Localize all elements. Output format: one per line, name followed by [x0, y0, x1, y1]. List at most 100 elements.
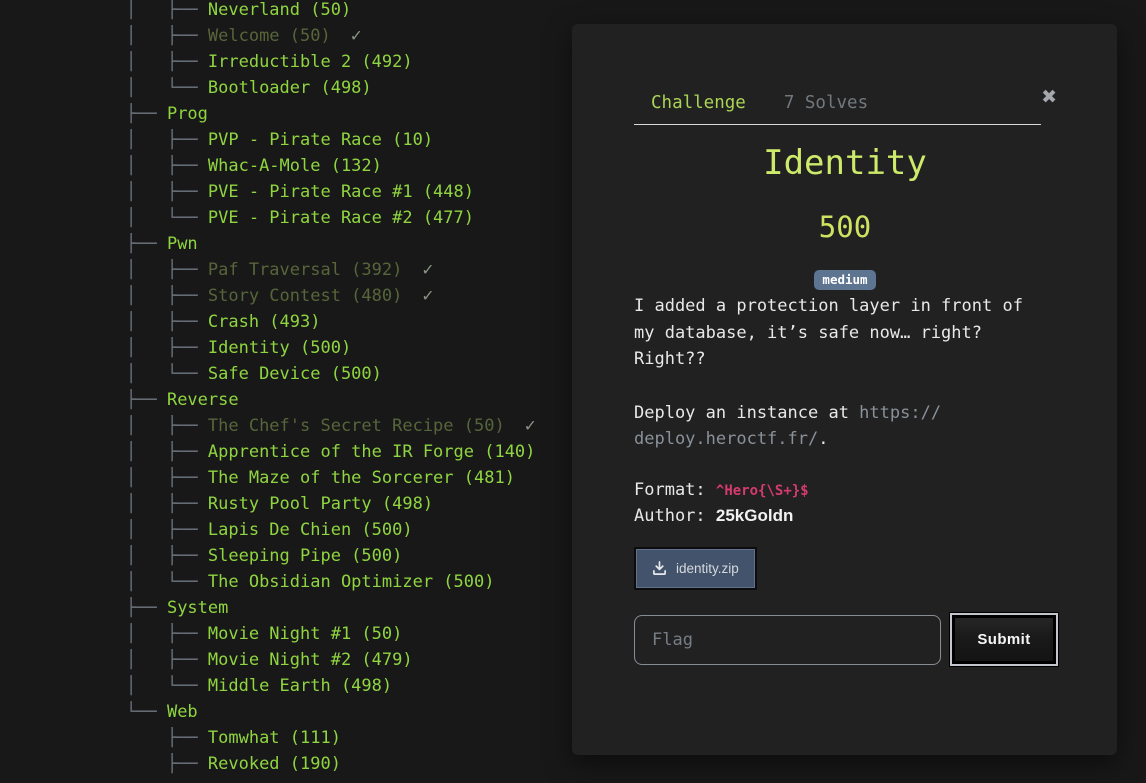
tree-row: │ ├── Welcome (50) ✓	[126, 23, 536, 49]
tree-connector: │ ├──	[126, 52, 208, 72]
tree-connector: │ ├──	[126, 624, 208, 644]
tree-item-crash-493[interactable]: Crash (493)	[208, 312, 321, 332]
tree-connector: │ ├──	[126, 494, 208, 514]
tree-row: │ └── Bootloader (498)	[126, 75, 536, 101]
challenge-points: 500	[634, 210, 1056, 244]
tab-7-solves[interactable]: 7 Solves	[784, 93, 868, 113]
tree-connector: │ └──	[126, 572, 208, 592]
tree-connector: │ └──	[126, 78, 208, 98]
tree-row: ├── Revoked (190)	[126, 751, 536, 777]
solved-check-icon: ✓	[525, 415, 536, 436]
tree-connector: │ ├──	[126, 0, 208, 20]
tree-connector: ├──	[126, 728, 208, 748]
tree-connector: │ ├──	[126, 546, 208, 566]
tree-row: │ ├── Irreductible 2 (492)	[126, 49, 536, 75]
download-filename: identity.zip	[676, 561, 739, 576]
tree-row: │ └── Middle Earth (498)	[126, 673, 536, 699]
deploy-url-scheme[interactable]: https://	[859, 403, 941, 423]
tree-connector: │ ├──	[126, 338, 208, 358]
tree-item-rusty-pool-party-498[interactable]: Rusty Pool Party (498)	[208, 494, 433, 514]
tree-item-whac-a-mole-132[interactable]: Whac-A-Mole (132)	[208, 156, 382, 176]
tree-item-safe-device-500[interactable]: Safe Device (500)	[208, 364, 382, 384]
tree-item-the-maze-of-the-sorcerer-481[interactable]: The Maze of the Sorcerer (481)	[208, 468, 515, 488]
tree-row: │ ├── Sleeping Pipe (500)	[126, 543, 536, 569]
tree-item-pvp-pirate-race-10[interactable]: PVP - Pirate Race (10)	[208, 130, 433, 150]
flag-format: ^Hero{\S+}$	[716, 483, 809, 499]
description-text: I added a protection layer in front of m…	[634, 293, 1036, 373]
tree-item-welcome-50[interactable]: Welcome (50)	[208, 26, 331, 46]
tree-row: │ ├── Rusty Pool Party (498)	[126, 491, 536, 517]
author-label: Author:	[634, 506, 716, 526]
tree-connector: ├──	[126, 104, 167, 124]
tree-connector: │ ├──	[126, 650, 208, 670]
flag-input[interactable]	[634, 615, 941, 665]
tree-item-the-obsidian-optimizer-500[interactable]: The Obsidian Optimizer (500)	[208, 572, 495, 592]
download-button[interactable]: identity.zip	[636, 549, 755, 588]
download-icon	[652, 561, 667, 576]
tab-challenge[interactable]: Challenge	[651, 93, 746, 113]
submit-button[interactable]: Submit	[950, 613, 1058, 666]
challenge-description: I added a protection layer in front of m…	[634, 293, 1036, 453]
tree-row: │ ├── PVP - Pirate Race (10)	[126, 127, 536, 153]
tree-category-system[interactable]: System	[167, 598, 228, 618]
format-label: Format:	[634, 480, 716, 500]
tree-connector: │ ├──	[126, 26, 208, 46]
tree-row: ├── Pwn	[126, 231, 536, 257]
tree-row: │ └── Safe Device (500)	[126, 361, 536, 387]
tree-item-movie-night-2-479[interactable]: Movie Night #2 (479)	[208, 650, 413, 670]
tree-row: │ ├── Lapis De Chien (500)	[126, 517, 536, 543]
tree-connector: │ ├──	[126, 312, 208, 332]
tree-item-identity-500[interactable]: Identity (500)	[208, 338, 351, 358]
tab-underline	[634, 124, 1041, 125]
tree-item-tomwhat-111[interactable]: Tomwhat (111)	[208, 728, 341, 748]
solved-check-icon: ✓	[351, 25, 362, 46]
tree-category-pwn[interactable]: Pwn	[167, 234, 198, 254]
modal-tabs: Challenge 7 Solves	[651, 93, 868, 113]
deploy-prefix-text: Deploy an instance at	[634, 403, 859, 423]
tree-row: │ └── The Obsidian Optimizer (500)	[126, 569, 536, 595]
deploy-suffix-text: .	[818, 429, 828, 449]
tree-row: │ ├── The Maze of the Sorcerer (481)	[126, 465, 536, 491]
badge-row: medium	[634, 269, 1056, 290]
challenge-title: Identity	[634, 143, 1056, 183]
tree-item-paf-traversal-392[interactable]: Paf Traversal (392)	[208, 260, 402, 280]
tree-item-the-chef-s-secret-recipe-50[interactable]: The Chef's Secret Recipe (50)	[208, 416, 505, 436]
submit-row: Submit	[634, 613, 1058, 666]
tree-category-prog[interactable]: Prog	[167, 104, 208, 124]
tree-connector: │ ├──	[126, 442, 208, 462]
tree-connector: └──	[126, 702, 167, 722]
tree-connector: │ └──	[126, 676, 208, 696]
tree-item-sleeping-pipe-500[interactable]: Sleeping Pipe (500)	[208, 546, 402, 566]
tree-item-irreductible-2-492[interactable]: Irreductible 2 (492)	[208, 52, 413, 72]
tree-row: │ ├── Story Contest (480)✓	[126, 283, 536, 309]
tree-connector: │ ├──	[126, 260, 208, 280]
tree-item-lapis-de-chien-500[interactable]: Lapis De Chien (500)	[208, 520, 413, 540]
tree-item-pve-pirate-race-2-477[interactable]: PVE - Pirate Race #2 (477)	[208, 208, 474, 228]
tree-connector: ├──	[126, 598, 167, 618]
close-icon[interactable]: ✖	[1041, 88, 1057, 107]
tree-row: └── Web	[126, 699, 536, 725]
deploy-line: Deploy an instance at https:// deploy.her…	[634, 400, 1036, 453]
tree-row: │ ├── Movie Night #2 (479)	[126, 647, 536, 673]
tree-item-apprentice-of-the-ir-forge-140[interactable]: Apprentice of the IR Forge (140)	[208, 442, 536, 462]
deploy-url-host[interactable]: deploy.heroctf.fr/	[634, 429, 818, 449]
tree-item-movie-night-1-50[interactable]: Movie Night #1 (50)	[208, 624, 402, 644]
tree-item-revoked-190[interactable]: Revoked (190)	[208, 754, 341, 774]
tree-item-neverland-50[interactable]: Neverland (50)	[208, 0, 351, 20]
tree-connector: ├──	[126, 754, 208, 774]
tree-category-reverse[interactable]: Reverse	[167, 390, 239, 410]
solved-check-icon: ✓	[422, 285, 433, 306]
tree-category-web[interactable]: Web	[167, 702, 198, 722]
format-line: Format: ^Hero{\S+}$	[634, 480, 809, 500]
tree-item-pve-pirate-race-1-448[interactable]: PVE - Pirate Race #1 (448)	[208, 182, 474, 202]
author-line: Author: 25kGoldn	[634, 506, 793, 526]
tree-row: ├── Prog	[126, 101, 536, 127]
tree-row: ├── Reverse	[126, 387, 536, 413]
tree-item-middle-earth-498[interactable]: Middle Earth (498)	[208, 676, 392, 696]
tree-item-bootloader-498[interactable]: Bootloader (498)	[208, 78, 372, 98]
tree-row: │ ├── Paf Traversal (392)✓	[126, 257, 536, 283]
tree-connector: │ └──	[126, 364, 208, 384]
tree-connector: ├──	[126, 390, 167, 410]
tree-item-story-contest-480[interactable]: Story Contest (480)	[208, 286, 402, 306]
tree-row: │ ├── Identity (500)	[126, 335, 536, 361]
